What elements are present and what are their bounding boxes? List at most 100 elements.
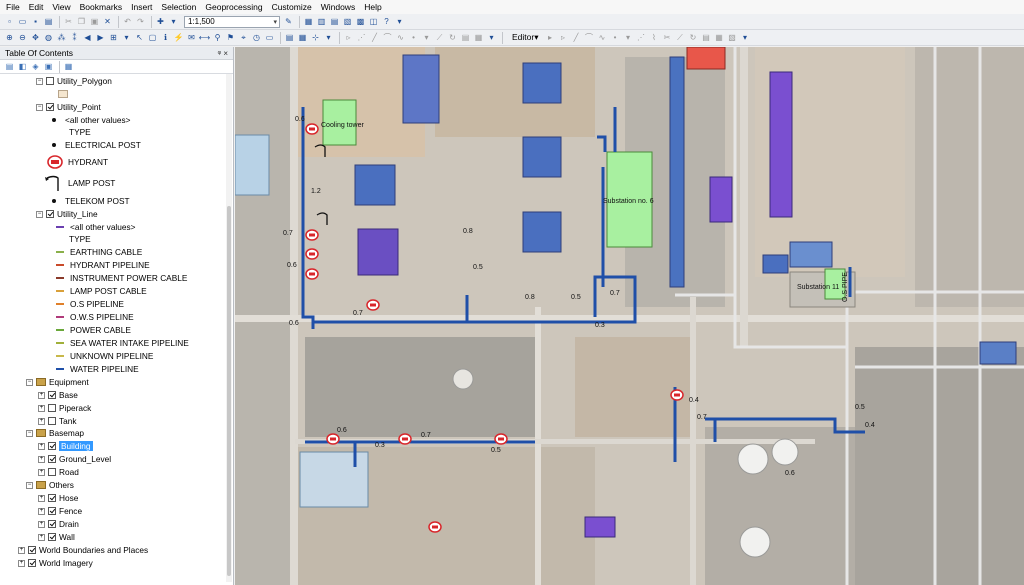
end-point-arc-icon[interactable]: ⌒ [583, 32, 594, 43]
expand-toggle-icon[interactable]: − [36, 77, 43, 85]
sketch-icon[interactable]: ▹ [343, 32, 354, 43]
chevron-down-icon[interactable]: ▾ [323, 32, 334, 43]
edit-tool-icon[interactable]: ▸ [544, 32, 555, 43]
point-tool-icon[interactable]: • [609, 32, 620, 43]
hydrant-icon[interactable] [494, 433, 508, 445]
model-builder-icon[interactable]: ◫ [368, 16, 379, 27]
hydrant-icon[interactable] [305, 229, 319, 241]
close-icon[interactable]: ᵠ × [218, 49, 228, 58]
hydrant-icon[interactable] [305, 248, 319, 260]
layer-ground-level[interactable]: + Ground_Level [38, 453, 111, 465]
expand-toggle-icon[interactable]: − [26, 429, 33, 437]
map-canvas[interactable]: Cooling tower Substation no. 6 Substatio… [235, 47, 1024, 585]
layer-wall[interactable]: + Wall [38, 531, 75, 543]
expand-toggle-icon[interactable]: + [38, 520, 45, 528]
arctoolbox-icon[interactable]: ▧ [342, 16, 353, 27]
layer-world-imagery[interactable]: + World Imagery [18, 557, 93, 569]
identify-icon[interactable]: ℹ [160, 32, 171, 43]
hyperlink-icon[interactable]: ⚡ [173, 32, 184, 43]
cut-icon[interactable]: ✂ [63, 16, 74, 27]
hydrant-icon[interactable] [428, 521, 442, 533]
find-route-icon[interactable]: ⚑ [225, 32, 236, 43]
expand-toggle-icon[interactable]: − [36, 210, 43, 218]
chevron-down-icon[interactable]: ▾ [739, 32, 750, 43]
redo-icon[interactable]: ↷ [135, 16, 146, 27]
undo-icon[interactable]: ↶ [122, 16, 133, 27]
chevron-down-icon[interactable]: ▾ [394, 16, 405, 27]
layout-icon[interactable]: ▤ [284, 32, 295, 43]
map-scale-combobox[interactable]: 1:1,500 ▾ [184, 15, 280, 28]
layer-visibility-checkbox[interactable] [48, 533, 56, 541]
menu-selection[interactable]: Selection [161, 2, 196, 12]
split-icon[interactable]: ⟋ [434, 32, 445, 43]
hydrant-icon[interactable] [305, 268, 319, 280]
editor-menu-button[interactable]: Editor▾ [509, 32, 541, 43]
group-basemap[interactable]: − Basemap [26, 427, 84, 439]
chevron-down-icon[interactable]: ▾ [421, 32, 432, 43]
menu-insert[interactable]: Insert [131, 2, 152, 12]
print-icon[interactable]: ▤ [43, 16, 54, 27]
edit-vertices-icon[interactable]: ⋰ [356, 32, 367, 43]
select-elements-icon[interactable]: ↖ [134, 32, 145, 43]
create-features-icon[interactable]: ▧ [726, 32, 737, 43]
menu-edit[interactable]: Edit [29, 2, 44, 12]
chevron-down-icon[interactable]: ▾ [121, 32, 132, 43]
split-tool-icon[interactable]: ⟋ [674, 32, 685, 43]
pan-icon[interactable]: ✥ [30, 32, 41, 43]
layer-visibility-checkbox[interactable] [28, 546, 36, 554]
zoom-in-icon[interactable]: ⊕ [4, 32, 15, 43]
group-equipment[interactable]: − Equipment [26, 376, 89, 388]
expand-toggle-icon[interactable]: + [38, 533, 45, 541]
menu-windows[interactable]: Windows [321, 2, 355, 12]
trace-tool-icon[interactable]: ∿ [596, 32, 607, 43]
snapping-icon[interactable]: ⊹ [310, 32, 321, 43]
expand-toggle-icon[interactable]: + [38, 442, 45, 450]
viewer-window-icon[interactable]: ▭ [264, 32, 275, 43]
layer-utility-line[interactable]: − Utility_Line [36, 208, 98, 220]
menu-help[interactable]: Help [364, 2, 381, 12]
table-icon[interactable]: ▦ [303, 16, 314, 27]
layer-building[interactable]: + Building [38, 440, 93, 452]
clear-selection-icon[interactable]: ▢ [147, 32, 158, 43]
layer-piperack[interactable]: + Piperack [38, 402, 91, 414]
select-features-icon[interactable]: ⊞ [108, 32, 119, 43]
hydrant-icon[interactable] [326, 433, 340, 445]
rotate-tool-icon[interactable]: ↻ [687, 32, 698, 43]
menu-view[interactable]: View [52, 2, 70, 12]
paste-icon[interactable]: ▣ [89, 16, 100, 27]
hydrant-icon[interactable] [305, 123, 319, 135]
expand-toggle-icon[interactable]: − [26, 481, 33, 489]
layer-visibility-checkbox[interactable] [48, 417, 56, 425]
scrollbar-thumb[interactable] [227, 206, 231, 576]
reshape-icon[interactable]: ⌇ [648, 32, 659, 43]
map-view[interactable]: Cooling tower Substation no. 6 Substatio… [235, 47, 1024, 585]
layer-visibility-checkbox[interactable] [48, 404, 56, 412]
layer-visibility-checkbox[interactable] [48, 391, 56, 399]
forward-icon[interactable]: ▶ [95, 32, 106, 43]
layer-visibility-checkbox[interactable] [28, 559, 36, 567]
chevron-down-icon[interactable]: ▾ [486, 32, 497, 43]
catalog-icon[interactable]: ▥ [316, 16, 327, 27]
list-by-visibility-icon[interactable]: ◈ [30, 61, 41, 72]
straight-segment-icon[interactable]: ╱ [570, 32, 581, 43]
zoom-out-icon[interactable]: ⊖ [17, 32, 28, 43]
expand-toggle-icon[interactable]: + [38, 507, 45, 515]
chevron-down-icon[interactable]: ▾ [168, 16, 179, 27]
layer-visibility-checkbox[interactable] [46, 77, 54, 85]
help-icon[interactable]: ? [381, 16, 392, 27]
list-by-drawing-order-icon[interactable]: ▤ [4, 61, 15, 72]
expand-toggle-icon[interactable]: + [38, 391, 45, 399]
copy-icon[interactable]: ❐ [76, 16, 87, 27]
edit-vertices-tool-icon[interactable]: ⋰ [635, 32, 646, 43]
layer-fence[interactable]: + Fence [38, 505, 82, 517]
options-icon[interactable]: ▦ [63, 61, 74, 72]
layer-visibility-checkbox[interactable] [48, 468, 56, 476]
attributes-icon[interactable]: ▤ [460, 32, 471, 43]
sketch-props-icon[interactable]: ▦ [713, 32, 724, 43]
layer-world-boundaries[interactable]: + World Boundaries and Places [18, 544, 148, 556]
menu-customize[interactable]: Customize [272, 2, 312, 12]
layer-visibility-checkbox[interactable] [48, 520, 56, 528]
expand-toggle-icon[interactable]: + [38, 494, 45, 502]
layer-visibility-checkbox[interactable] [48, 494, 56, 502]
sketch-properties-icon[interactable]: ▦ [473, 32, 484, 43]
